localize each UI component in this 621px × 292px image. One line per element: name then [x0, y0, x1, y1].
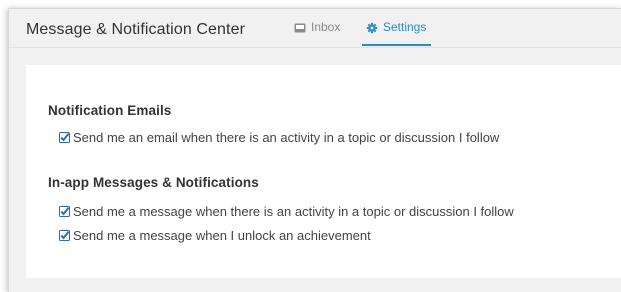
page-title: Message & Notification Center: [26, 21, 246, 38]
gear-icon: [366, 22, 378, 34]
settings-panel: Notification Emails Send me an email whe…: [26, 65, 621, 278]
email-activity-option[interactable]: Send me an email when there is an activi…: [59, 130, 499, 145]
message-activity-checkbox[interactable]: [59, 206, 70, 217]
message-achievement-checkbox[interactable]: [59, 230, 70, 241]
email-activity-checkbox[interactable]: [59, 132, 70, 143]
message-achievement-label: Send me a message when I unlock an achie…: [73, 228, 371, 243]
tab-settings-label: Settings: [383, 20, 427, 34]
tab-settings[interactable]: Settings: [362, 20, 432, 46]
notification-emails-heading: Notification Emails: [48, 103, 172, 118]
message-activity-option[interactable]: Send me a message when there is an activ…: [59, 204, 514, 219]
inbox-icon: [294, 22, 306, 34]
message-achievement-option[interactable]: Send me a message when I unlock an achie…: [59, 228, 371, 243]
notification-center-window: Message & Notification Center Inbox Sett…: [8, 8, 621, 292]
tab-inbox-label: Inbox: [311, 20, 341, 34]
tab-inbox[interactable]: Inbox: [294, 20, 340, 46]
window-header: Message & Notification Center Inbox Sett…: [9, 9, 621, 48]
in-app-messages-heading: In-app Messages & Notifications: [48, 175, 259, 190]
email-activity-label: Send me an email when there is an activi…: [73, 130, 500, 145]
message-activity-label: Send me a message when there is an activ…: [73, 204, 514, 219]
